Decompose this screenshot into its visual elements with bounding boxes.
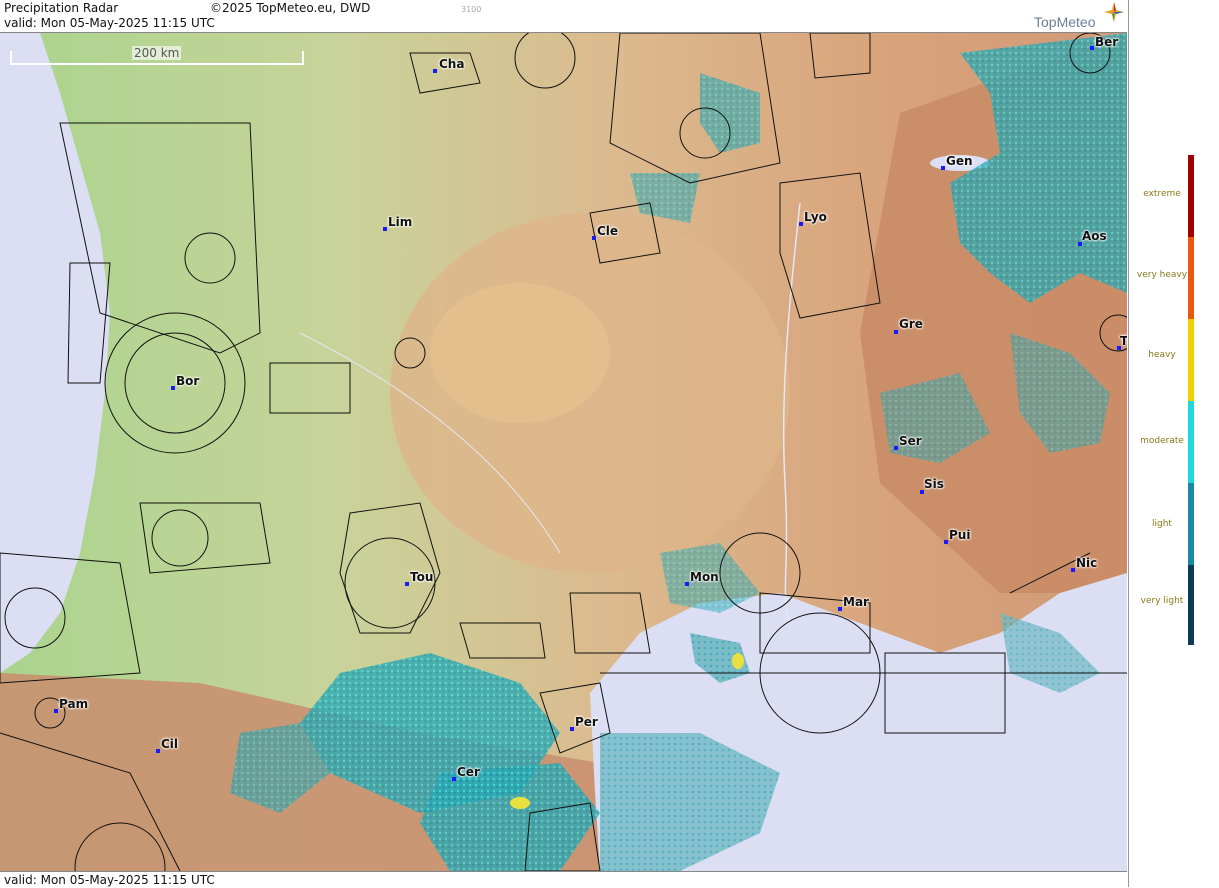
- city-label-aos[interactable]: Aos: [1082, 229, 1107, 243]
- city-label-ser[interactable]: Ser: [899, 434, 922, 448]
- city-marker: [156, 749, 160, 753]
- city-label-tou[interactable]: Tou: [410, 570, 433, 584]
- topmeteo-logo[interactable]: TopMeteo: [1034, 14, 1095, 30]
- legend-label-heavy: heavy: [1148, 350, 1176, 360]
- city-label-cer[interactable]: Cer: [457, 765, 480, 779]
- legend-swatch-heavy: [1188, 319, 1194, 401]
- scale-bar: 200 km: [10, 46, 304, 65]
- city-label-lim[interactable]: Lim: [388, 215, 412, 229]
- city-marker: [894, 446, 898, 450]
- city-marker: [838, 607, 842, 611]
- precipitation-legend: extreme very heavy heavy moderate light …: [1128, 0, 1219, 887]
- city-marker: [592, 236, 596, 240]
- city-label-mar[interactable]: Mar: [843, 595, 869, 609]
- city-label-ber[interactable]: Ber: [1095, 35, 1118, 49]
- legend-label-very-heavy: very heavy: [1136, 270, 1188, 280]
- city-label-gen[interactable]: Gen: [946, 154, 973, 168]
- city-label-gre[interactable]: Gre: [899, 317, 923, 331]
- city-marker: [433, 69, 437, 73]
- city-marker: [1071, 568, 1075, 572]
- city-label-cha[interactable]: Cha: [439, 57, 464, 71]
- scale-label: 200 km: [132, 46, 182, 60]
- city-marker: [944, 540, 948, 544]
- map-title: Precipitation Radar: [4, 1, 119, 15]
- city-marker: [570, 727, 574, 731]
- legend-label-extreme: extreme: [1143, 189, 1181, 199]
- city-label-nic[interactable]: Nic: [1076, 556, 1097, 570]
- city-marker: [383, 227, 387, 231]
- copyright-text: ©2025 TopMeteo.eu, DWD: [210, 1, 371, 15]
- city-label-pui[interactable]: Pui: [949, 528, 970, 542]
- city-marker: [685, 582, 689, 586]
- compass-star-icon: [1104, 2, 1124, 22]
- city-label-pam[interactable]: Pam: [59, 697, 88, 711]
- header-bar: Precipitation Radar valid: Mon 05-May-20…: [0, 0, 1127, 33]
- city-label-cil[interactable]: Cil: [161, 737, 178, 751]
- city-marker: [941, 166, 945, 170]
- footer-bar: valid: Mon 05-May-2025 11:15 UTC: [0, 871, 1127, 888]
- city-label-sis[interactable]: Sis: [924, 477, 944, 491]
- city-marker: [452, 777, 456, 781]
- city-label-mon[interactable]: Mon: [690, 570, 719, 584]
- legend-label-moderate: moderate: [1140, 436, 1184, 446]
- legend-label-light: light: [1152, 519, 1172, 529]
- map-code: 3100: [461, 5, 482, 14]
- city-marker: [894, 330, 898, 334]
- footer-valid-time: valid: Mon 05-May-2025 11:15 UTC: [4, 873, 215, 887]
- city-marker: [1090, 46, 1094, 50]
- city-label-tur[interactable]: T: [1120, 334, 1127, 348]
- radar-map[interactable]: 200 km Cha Ber Gen Lim Cle Lyo Aos Gre B…: [0, 33, 1127, 871]
- valid-time: valid: Mon 05-May-2025 11:15 UTC: [4, 16, 215, 30]
- city-marker: [54, 709, 58, 713]
- city-label-per[interactable]: Per: [575, 715, 598, 729]
- city-label-cle[interactable]: Cle: [597, 224, 618, 238]
- city-label-lyo[interactable]: Lyo: [804, 210, 827, 224]
- city-marker: [799, 222, 803, 226]
- city-marker: [405, 582, 409, 586]
- legend-label-very-light: very light: [1140, 596, 1184, 606]
- city-marker: [171, 386, 175, 390]
- city-label-bor[interactable]: Bor: [176, 374, 199, 388]
